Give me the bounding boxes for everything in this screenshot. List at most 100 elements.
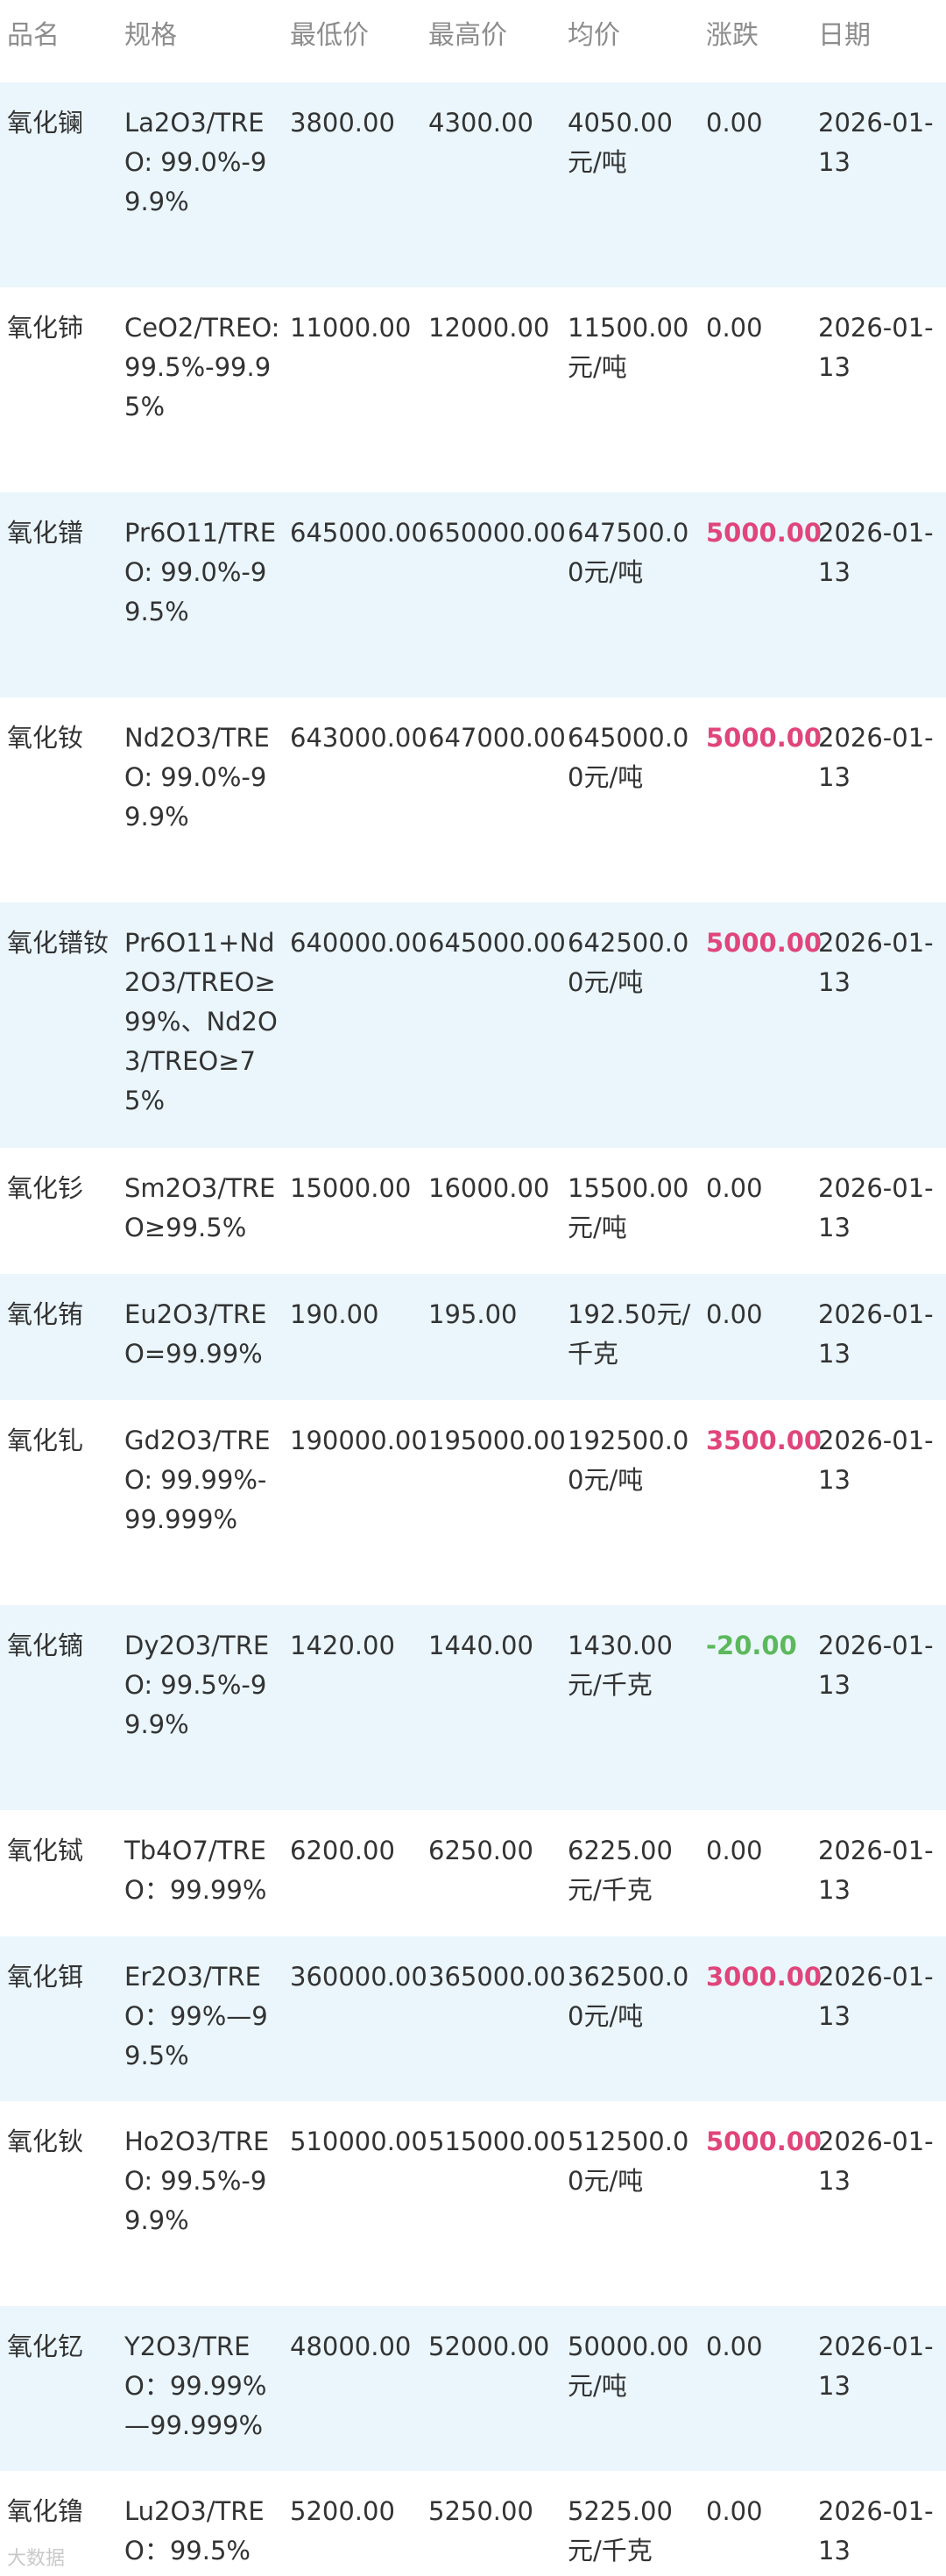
cell-change: 0.00 (706, 1173, 763, 1203)
cell-change: 5000.00 (706, 518, 822, 548)
cell-change: 0.00 (706, 1299, 763, 1329)
cell-date: 2026-01-13 (818, 518, 934, 587)
cell-date: 2026-01-13 (818, 1962, 934, 2031)
cell-low: 1420.00 (290, 1631, 395, 1660)
cell-spec: La2O3/TREO: 99.0%-99.9% (124, 108, 267, 216)
cell-spec: Gd2O3/TREO: 99.99%-99.999% (124, 1426, 271, 1534)
cell-avg: 192500.00元/吨 (568, 1426, 689, 1495)
table-row[interactable]: 氧化钇 Y2O3/TREO：99.99%—99.999% 48000.00 52… (0, 2306, 946, 2471)
cell-high: 365000.00 (428, 1962, 566, 1992)
cell-high: 650000.00 (428, 518, 566, 548)
cell-change: 0.00 (706, 2332, 763, 2361)
cell-spec: Pr6O11+Nd2O3/TREO≥99%、Nd2O3/TREO≥75% (124, 928, 278, 1115)
table-row[interactable]: 氧化镧 La2O3/TREO: 99.0%-99.9% 3800.00 4300… (0, 82, 946, 287)
cell-date: 2026-01-13 (818, 2496, 934, 2565)
price-table: 品名 规格 最低价 最高价 均价 涨跌 日期 氧化镧 La2O3/TREO: 9… (0, 0, 946, 2576)
cell-spec: Dy2O3/TREO: 99.5%-99.9% (124, 1631, 270, 1739)
table-row[interactable]: 氧化铈 CeO2/TREO: 99.5%-99.95% 11000.00 120… (0, 287, 946, 492)
cell-name: 氧化镥 (7, 2496, 84, 2526)
cell-high: 645000.00 (428, 928, 566, 958)
cell-name: 氧化镨钕 (7, 928, 109, 958)
table-row[interactable]: 氧化铽 Tb4O7/TREO：99.99% 6200.00 6250.00 62… (0, 1810, 946, 1936)
cell-name: 氧化铒 (7, 1962, 84, 1992)
cell-change: -20.00 (706, 1631, 797, 1660)
cell-name: 氧化钆 (7, 1426, 84, 1455)
cell-high: 5250.00 (428, 2496, 533, 2526)
cell-change: 5000.00 (706, 723, 822, 753)
cell-high: 52000.00 (428, 2332, 550, 2361)
cell-high: 647000.00 (428, 723, 566, 753)
table-row[interactable]: 氧化镨 Pr6O11/TREO: 99.0%-99.5% 645000.00 6… (0, 492, 946, 697)
cell-spec: CeO2/TREO: 99.5%-99.95% (124, 313, 280, 421)
cell-name: 氧化铈 (7, 313, 84, 343)
cell-date: 2026-01-13 (818, 723, 934, 792)
cell-name: 氧化铕 (7, 1299, 84, 1329)
cell-high: 1440.00 (428, 1631, 533, 1660)
cell-name: 氧化镨 (7, 518, 84, 548)
cell-low: 15000.00 (290, 1173, 412, 1203)
cell-avg: 512500.00元/吨 (568, 2127, 689, 2196)
cell-spec: Lu2O3/TREO：99.5% (124, 2496, 265, 2565)
table-row[interactable]: 氧化铒 Er2O3/TREO：99%—99.5% 360000.00 36500… (0, 1936, 946, 2101)
cell-spec: Sm2O3/TREO≥99.5% (124, 1173, 276, 1242)
cell-high: 12000.00 (428, 313, 550, 343)
cell-low: 3800.00 (290, 108, 395, 138)
cell-avg: 645000.00元/吨 (568, 723, 689, 792)
cell-change: 5000.00 (706, 2127, 822, 2156)
table-row[interactable]: 氧化钆 Gd2O3/TREO: 99.99%-99.999% 190000.00… (0, 1400, 946, 1605)
cell-avg: 642500.00元/吨 (568, 928, 689, 997)
cell-high: 195000.00 (428, 1426, 566, 1455)
cell-avg: 11500.00元/吨 (568, 313, 689, 382)
cell-avg: 4050.00元/吨 (568, 108, 673, 177)
table-row[interactable]: 氧化镝 Dy2O3/TREO: 99.5%-99.9% 1420.00 1440… (0, 1605, 946, 1810)
table-header: 品名 规格 最低价 最高价 均价 涨跌 日期 (0, 0, 946, 82)
cell-spec: Pr6O11/TREO: 99.0%-99.5% (124, 518, 277, 626)
cell-name: 氧化铽 (7, 1836, 84, 1865)
cell-name: 氧化镧 (7, 108, 84, 138)
cell-avg: 5225.00元/千克 (568, 2496, 673, 2565)
header-low: 最低价 (290, 20, 369, 51)
cell-change: 3500.00 (706, 1426, 822, 1455)
cell-low: 643000.00 (290, 723, 427, 753)
cell-high: 6250.00 (428, 1836, 533, 1865)
cell-spec: Eu2O3/TREO=99.99% (124, 1299, 267, 1369)
cell-name: 氧化钬 (7, 2127, 84, 2156)
cell-name: 氧化镝 (7, 1631, 84, 1660)
cell-low: 360000.00 (290, 1962, 427, 1992)
cell-date: 2026-01-13 (818, 1299, 934, 1369)
cell-name: 氧化钐 (7, 1173, 84, 1203)
cell-avg: 192.50元/千克 (568, 1299, 691, 1369)
header-spec: 规格 (124, 20, 177, 51)
cell-spec: Y2O3/TREO：99.99%—99.999% (124, 2332, 267, 2440)
cell-avg: 15500.00元/吨 (568, 1173, 689, 1242)
cell-date: 2026-01-13 (818, 1836, 934, 1905)
cell-low: 6200.00 (290, 1836, 395, 1865)
table-row[interactable]: 氧化钕 Nd2O3/TREO: 99.0%-99.9% 643000.00 64… (0, 697, 946, 902)
cell-date: 2026-01-13 (818, 1631, 934, 1700)
cell-name: 氧化钇 (7, 2332, 84, 2361)
header-avg: 均价 (568, 20, 620, 51)
cell-date: 2026-01-13 (818, 2332, 934, 2401)
cell-low: 48000.00 (290, 2332, 412, 2361)
table-row[interactable]: 氧化钐 Sm2O3/TREO≥99.5% 15000.00 16000.00 1… (0, 1148, 946, 1274)
cell-low: 190.00 (290, 1299, 379, 1329)
table-row[interactable]: 氧化镥 Lu2O3/TREO：99.5% 5200.00 5250.00 522… (0, 2471, 946, 2576)
cell-change: 0.00 (706, 2496, 763, 2526)
cell-spec: Nd2O3/TREO: 99.0%-99.9% (124, 723, 270, 832)
cell-date: 2026-01-13 (818, 108, 934, 177)
cell-change: 3000.00 (706, 1962, 822, 1992)
cell-spec: Tb4O7/TREO：99.99% (124, 1836, 267, 1905)
table-row[interactable]: 氧化钬 Ho2O3/TREO: 99.5%-99.9% 510000.00 51… (0, 2101, 946, 2306)
cell-high: 4300.00 (428, 108, 533, 138)
table-row[interactable]: 氧化铕 Eu2O3/TREO=99.99% 190.00 195.00 192.… (0, 1274, 946, 1400)
cell-low: 5200.00 (290, 2496, 395, 2526)
table-row[interactable]: 氧化镨钕 Pr6O11+Nd2O3/TREO≥99%、Nd2O3/TREO≥75… (0, 902, 946, 1148)
cell-spec: Er2O3/TREO：99%—99.5% (124, 1962, 268, 2070)
cell-low: 510000.00 (290, 2127, 427, 2156)
cell-low: 645000.00 (290, 518, 427, 548)
cell-date: 2026-01-13 (818, 2127, 934, 2196)
cell-avg: 647500.00元/吨 (568, 518, 689, 587)
cell-avg: 50000.00元/吨 (568, 2332, 689, 2401)
cell-high: 515000.00 (428, 2127, 566, 2156)
cell-change: 0.00 (706, 1836, 763, 1865)
